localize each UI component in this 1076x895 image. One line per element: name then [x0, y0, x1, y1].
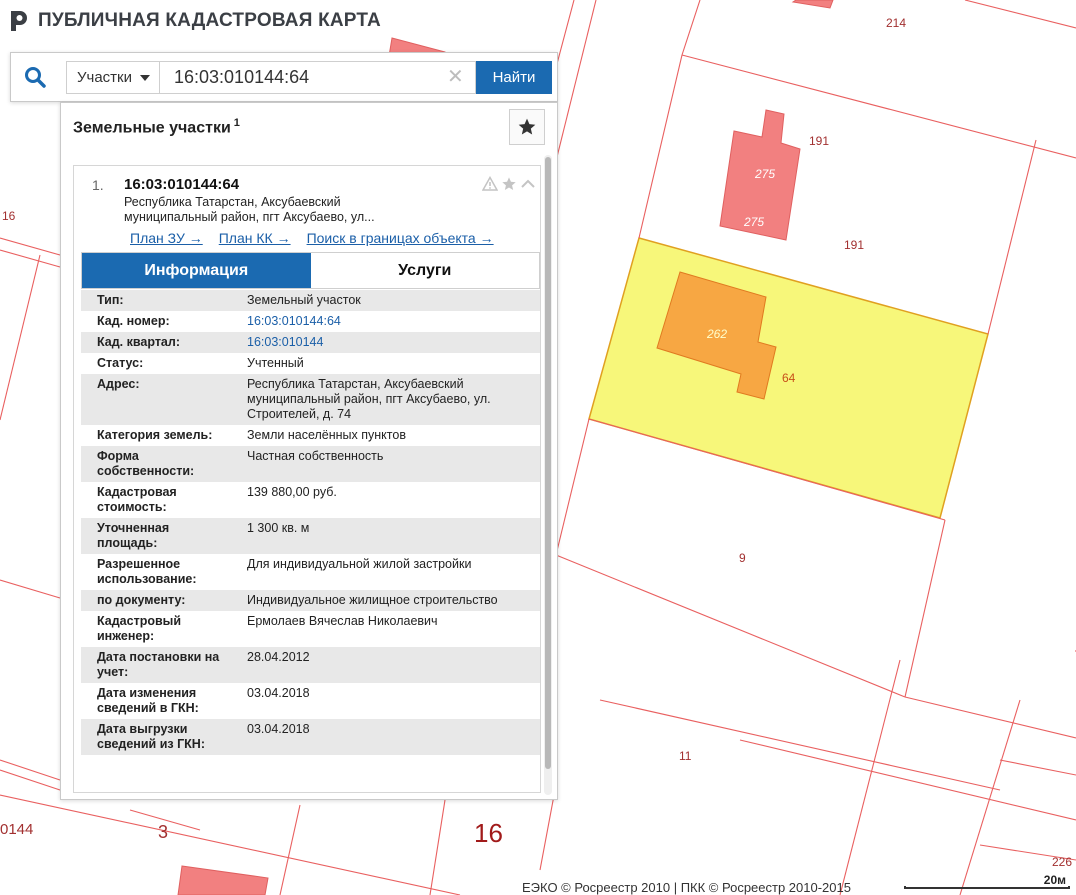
info-row: Кадастровая стоимость: 139 880,00 руб. [81, 482, 540, 518]
info-row: Кадастровый инженер: Ермолаев Вячеслав Ни… [81, 611, 540, 647]
favorites-button[interactable] [509, 109, 545, 145]
info-row: Разрешенное использование: Для индивидуал… [81, 554, 540, 590]
info-row: Категория земель: Земли населённых пункто… [81, 425, 540, 446]
info-row: Кад. номер: 16:03:010144:64 [81, 311, 540, 332]
info-value: Земли населённых пунктов [247, 428, 406, 442]
map-label-214: 214 [886, 16, 906, 30]
map-label-16: 16 [2, 209, 16, 223]
info-key: Дата постановки на учет: [97, 650, 220, 679]
info-value: Учтенный [247, 356, 304, 370]
result-count: 1 [233, 117, 240, 129]
star-icon[interactable] [501, 176, 517, 192]
map-label-275: 275 [743, 215, 764, 229]
info-value: Для индивидуальной жилой застройки [247, 557, 472, 571]
map-label-226: 226 [1052, 855, 1072, 869]
cad-number-link[interactable]: 16:03:010144:64 [231, 314, 540, 329]
info-key: Адрес: [97, 377, 140, 391]
app-title: ПУБЛИЧНАЯ КАДАСТРОВАЯ КАРТА [38, 10, 381, 31]
map-label-191: 191 [844, 238, 864, 252]
info-key: Тип: [97, 293, 124, 307]
chevron-up-icon[interactable] [520, 176, 536, 192]
map-attribution: ЕЭКО © Росреестр 2010 | ПКК © Росреестр … [522, 880, 851, 895]
info-value: Ермолаев Вячеслав Николаевич [247, 614, 438, 628]
search-type-select[interactable]: Участки [66, 61, 160, 94]
info-value: 1 300 кв. м [247, 521, 310, 535]
info-key: Разрешенное использование: [97, 557, 197, 586]
scrollbar[interactable] [544, 155, 552, 795]
brand: ПУБЛИЧНАЯ КАДАСТРОВАЯ КАРТА [8, 8, 381, 34]
map-label-64: 64 [782, 371, 796, 385]
rosreestr-logo-icon [11, 11, 27, 31]
warning-icon[interactable] [482, 176, 498, 192]
search-type-label: Участки [77, 69, 132, 86]
search-input[interactable] [160, 61, 476, 94]
info-key: Статус: [97, 356, 144, 370]
map-label-0144: 0144 [0, 821, 33, 838]
info-key: Уточненная площадь: [97, 521, 170, 550]
result-index: 1. [92, 177, 104, 193]
plan-kk-link[interactable]: План КК → [219, 230, 291, 246]
star-icon [518, 118, 536, 135]
map-label-275: 275 [754, 167, 775, 181]
info-row: Адрес: Республика Татарстан, Аксубаевский… [81, 374, 540, 425]
info-row: Дата постановки на учет: 28.04.2012 [81, 647, 540, 683]
tab-services[interactable]: Услуги [310, 253, 539, 288]
info-key: Форма собственности: [97, 449, 195, 478]
info-value: 03.04.2018 [247, 686, 310, 700]
info-value: 03.04.2018 [247, 722, 310, 736]
info-value: Индивидуальное жилищное строительство [247, 593, 498, 607]
info-key: по документу: [97, 593, 186, 607]
info-row: Форма собственности: Частная собственност… [81, 446, 540, 482]
info-row: Дата изменения сведений в ГКН: 03.04.2018 [81, 683, 540, 719]
scale-bar-label: 20м [1043, 873, 1066, 887]
info-row: Дата выгрузки сведений из ГКН: 03.04.2018 [81, 719, 540, 755]
info-key: Дата изменения сведений в ГКН: [97, 686, 199, 715]
info-row: Кад. квартал: 16:03:010144 [81, 332, 540, 353]
info-value: 139 880,00 руб. [247, 485, 337, 499]
scrollbar-thumb[interactable] [545, 157, 551, 769]
map-label-191: 191 [809, 134, 829, 148]
map-label-11: 11 [679, 749, 692, 763]
map-label-quarter-16: 16 [474, 818, 503, 848]
info-row: Статус: Учтенный [81, 353, 540, 374]
clear-icon[interactable]: ✕ [447, 65, 464, 89]
map-label-3: 3 [158, 822, 168, 842]
result-tabs: Информация Услуги [81, 252, 540, 289]
map-label-9: 9 [739, 551, 746, 565]
result-cad-number[interactable]: 16:03:010144:64 [124, 176, 239, 193]
panel-title: Земельные участки 1 [73, 117, 240, 137]
results-panel: Земельные участки 1 1. 16:03:010144:64 Ре… [60, 102, 558, 800]
chevron-down-icon [140, 74, 150, 81]
info-value: Республика Татарстан, Аксубаевский муниц… [247, 377, 491, 421]
info-value: Частная собственность [247, 449, 384, 463]
info-row: Тип: Земельный участок [81, 290, 540, 311]
result-address: Республика Татарстан, Аксубаевский муниц… [124, 195, 375, 224]
panel-title-text: Земельные участки [73, 119, 231, 137]
search-bar: Участки ✕ Найти [10, 52, 558, 102]
info-key: Кад. квартал: [97, 335, 180, 349]
info-table: Тип: Земельный участок Кад. номер: 16:03:0… [81, 290, 540, 755]
cad-quarter-link[interactable]: 16:03:010144 [231, 335, 540, 350]
info-key: Категория земель: [97, 428, 213, 442]
result-actions [482, 176, 536, 192]
info-row: по документу: Индивидуальное жилищное стр… [81, 590, 540, 611]
map-label-262: 262 [706, 327, 727, 341]
search-in-bounds-link[interactable]: Поиск в границах объекта → [307, 230, 494, 246]
info-key: Кадастровый инженер: [97, 614, 182, 643]
result-card: 1. 16:03:010144:64 Республика Татарстан,… [73, 165, 541, 793]
search-button[interactable]: Найти [476, 61, 552, 94]
info-key: Дата выгрузки сведений из ГКН: [97, 722, 205, 751]
tab-information[interactable]: Информация [82, 253, 311, 288]
info-row: Уточненная площадь: 1 300 кв. м [81, 518, 540, 554]
info-key: Кад. номер: [97, 314, 170, 328]
plan-zu-link[interactable]: План ЗУ → [130, 230, 203, 246]
result-links: План ЗУ → План КК → Поиск в границах объ… [130, 230, 494, 246]
info-value: 28.04.2012 [247, 650, 310, 664]
info-value: Земельный участок [247, 293, 361, 307]
scale-bar: 20м [904, 873, 1072, 890]
search-icon[interactable] [23, 65, 47, 89]
info-key: Кадастровая стоимость: [97, 485, 177, 514]
